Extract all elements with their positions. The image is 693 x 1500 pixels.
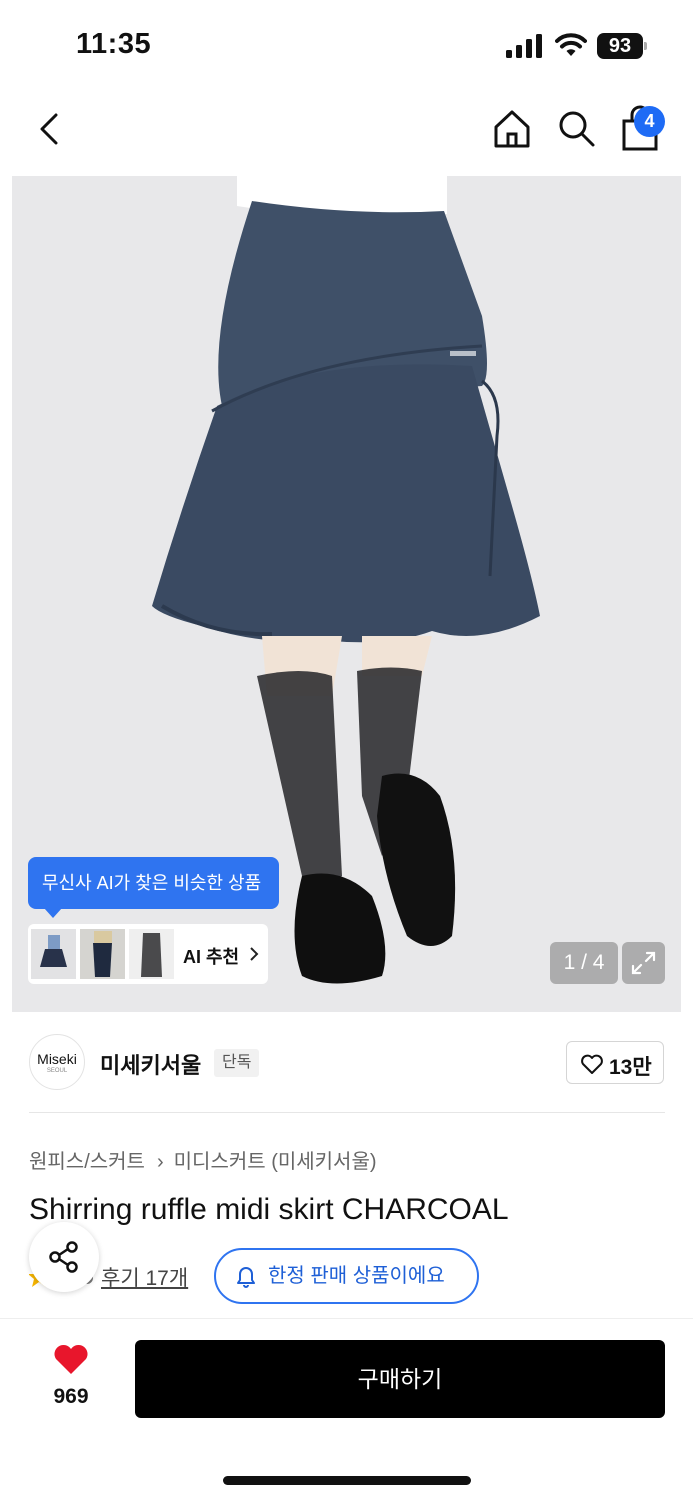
buy-button[interactable]: 구매하기 [135, 1340, 665, 1418]
battery-level: 93 [597, 33, 643, 59]
home-indicator [223, 1476, 471, 1485]
brand-like-button[interactable]: 13만 [566, 1041, 664, 1084]
ai-thumb-2[interactable] [80, 929, 125, 979]
ai-recommend-label: AI 추천 [183, 947, 240, 967]
ai-recommend-card[interactable]: AI 추천 [28, 924, 268, 984]
wishlist-count: 969 [53, 1385, 89, 1408]
heart-outline-icon [581, 1054, 603, 1074]
battery-indicator: 93 [597, 33, 649, 59]
limited-sale-badge[interactable]: 한정 판매 상품이에요 [214, 1248, 479, 1304]
status-bar: 11:35 93 [0, 0, 693, 90]
back-arrow-icon[interactable] [30, 109, 70, 149]
wifi-icon [555, 33, 587, 56]
image-counter: 1 / 4 [550, 942, 618, 984]
status-time: 11:35 [76, 28, 152, 60]
breadcrumb-category[interactable]: 원피스/스커트 [29, 1151, 145, 1173]
breadcrumb: 원피스/스커트 › 미디스커트 (미세키서울) [29, 1145, 377, 1174]
divider [29, 1112, 665, 1113]
search-icon[interactable] [555, 107, 597, 149]
chevron-right-icon [250, 947, 259, 961]
signal-icon [506, 34, 542, 58]
share-button[interactable] [29, 1222, 99, 1292]
heart-filled-icon [54, 1344, 88, 1374]
bell-icon [237, 1267, 255, 1288]
brand-like-count: 13만 [609, 1056, 652, 1079]
brand-name[interactable]: 미세키서울 [100, 1048, 201, 1080]
brand-logo-text: Miseki [37, 1051, 77, 1067]
breadcrumb-subcategory[interactable]: 미디스커트 (미세키서울) [174, 1151, 377, 1173]
ai-thumb-1[interactable] [31, 929, 76, 979]
product-title: Shirring ruffle midi skirt CHARCOAL [29, 1193, 509, 1226]
expand-button[interactable] [622, 942, 665, 984]
review-link[interactable]: 후기 17개 [101, 1262, 188, 1292]
share-icon [49, 1241, 78, 1273]
brand-logo[interactable]: Miseki SEOUL [29, 1034, 85, 1090]
exclusive-badge: 단독 [214, 1049, 260, 1077]
ai-similar-tooltip[interactable]: 무신사 AI가 찾은 비슷한 상품 [28, 857, 279, 918]
cart-count-badge: 4 [634, 106, 665, 137]
chevron-right-icon: › [156, 1151, 164, 1173]
limited-sale-text: 한정 판매 상품이에요 [268, 1265, 445, 1287]
top-nav [0, 95, 693, 167]
expand-icon [631, 951, 656, 975]
brand-logo-subtext: SEOUL [46, 1068, 68, 1074]
home-icon[interactable] [490, 107, 534, 151]
wishlist-button[interactable]: 969 [40, 1342, 102, 1412]
ai-thumb-3[interactable] [129, 929, 174, 979]
